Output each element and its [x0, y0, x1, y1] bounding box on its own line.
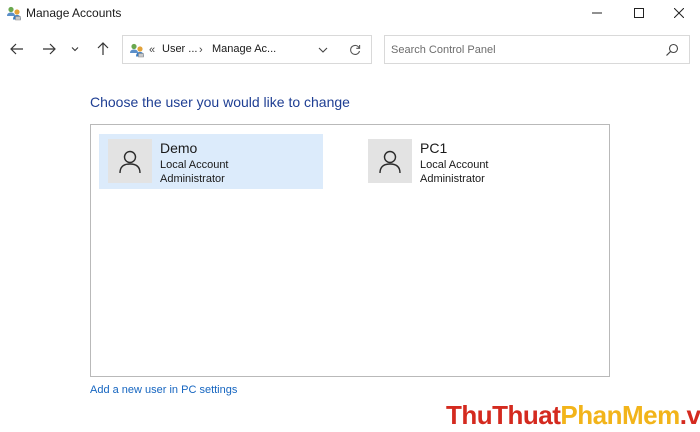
add-new-user-link[interactable]: Add a new user in PC settings	[90, 384, 237, 396]
maximize-icon	[634, 8, 644, 18]
account-tile-demo[interactable]: Demo Local Account Administrator	[99, 134, 323, 189]
up-button[interactable]	[92, 38, 114, 60]
refresh-icon	[350, 44, 361, 55]
address-dropdown-button[interactable]	[315, 42, 331, 58]
account-name: Demo	[160, 140, 198, 156]
forward-button[interactable]	[38, 38, 60, 60]
watermark-part-1: ThuThuat	[446, 400, 561, 430]
minimize-icon	[592, 12, 602, 14]
breadcrumb-user-accounts[interactable]: User ...	[162, 43, 197, 55]
breadcrumb-manage-accounts[interactable]: Manage Ac...	[212, 43, 276, 55]
account-type: Local Account	[420, 159, 489, 171]
breadcrumb-separator[interactable]: ›	[199, 44, 203, 56]
account-type: Local Account	[160, 159, 229, 171]
recent-locations-button[interactable]	[66, 38, 84, 60]
chevron-down-icon	[318, 47, 328, 53]
users-control-panel-icon	[6, 5, 22, 21]
account-tile-pc1[interactable]: PC1 Local Account Administrator	[359, 134, 583, 189]
watermark-logo: ThuThuatPhanMem.vn	[446, 400, 700, 430]
avatar	[108, 139, 152, 183]
search-input[interactable]	[391, 42, 651, 58]
close-button[interactable]	[656, 0, 700, 26]
arrow-left-icon	[10, 43, 23, 55]
title-bar: Manage Accounts	[0, 0, 700, 26]
window-title: Manage Accounts	[26, 6, 122, 20]
users-control-panel-icon	[129, 42, 145, 58]
account-role: Administrator	[420, 173, 485, 185]
chevron-down-icon	[71, 47, 79, 52]
accounts-list: Demo Local Account Administrator PC1 Loc…	[90, 124, 610, 377]
user-silhouette-icon	[119, 150, 141, 174]
user-silhouette-icon	[379, 150, 401, 174]
close-icon	[674, 8, 684, 18]
page-title: Choose the user you would like to change	[90, 94, 350, 110]
breadcrumb-overflow[interactable]: «	[149, 44, 155, 56]
back-button[interactable]	[6, 38, 28, 60]
search-icon[interactable]	[665, 43, 679, 57]
search-box[interactable]	[384, 35, 690, 64]
account-role: Administrator	[160, 173, 225, 185]
avatar	[368, 139, 412, 183]
watermark-part-2: PhanMem	[560, 400, 680, 430]
minimize-button[interactable]	[574, 0, 620, 26]
arrow-right-icon	[43, 43, 56, 55]
account-name: PC1	[420, 140, 448, 156]
address-bar[interactable]: « User ... › Manage Ac...	[122, 35, 372, 64]
watermark-part-3: .vn	[679, 400, 700, 430]
arrow-up-icon	[97, 42, 109, 55]
refresh-button[interactable]	[347, 42, 363, 58]
